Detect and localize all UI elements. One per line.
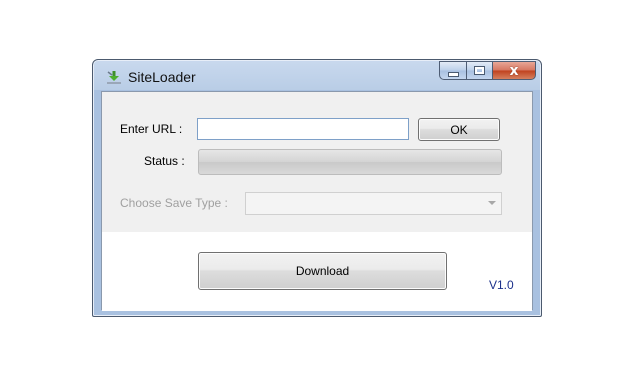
status-progress-bar: [198, 149, 502, 175]
ok-button[interactable]: OK: [418, 118, 500, 141]
save-type-dropdown[interactable]: [245, 192, 502, 215]
maximize-button[interactable]: [466, 61, 492, 80]
enter-url-label: Enter URL :: [120, 122, 183, 136]
minimize-icon: [447, 72, 459, 77]
status-label: Status :: [144, 154, 185, 168]
siteloader-window: SiteLoader x Enter URL : OK Status : Cho…: [92, 59, 542, 317]
window-title: SiteLoader: [128, 69, 196, 85]
chevron-down-icon[interactable]: [488, 201, 496, 205]
minimize-button[interactable]: [439, 61, 466, 80]
version-label: V1.0: [489, 278, 514, 292]
download-button[interactable]: Download: [198, 252, 447, 290]
save-type-label: Choose Save Type :: [120, 196, 228, 210]
maximize-icon: [474, 66, 485, 75]
close-icon: x: [509, 62, 519, 79]
title-bar[interactable]: SiteLoader x: [93, 60, 541, 92]
url-input[interactable]: [197, 118, 409, 140]
caption-buttons: x: [439, 61, 536, 81]
close-button[interactable]: x: [492, 61, 536, 80]
download-arrow-icon: [107, 71, 121, 84]
client-area: Enter URL : OK Status : Choose Save Type…: [101, 91, 533, 311]
